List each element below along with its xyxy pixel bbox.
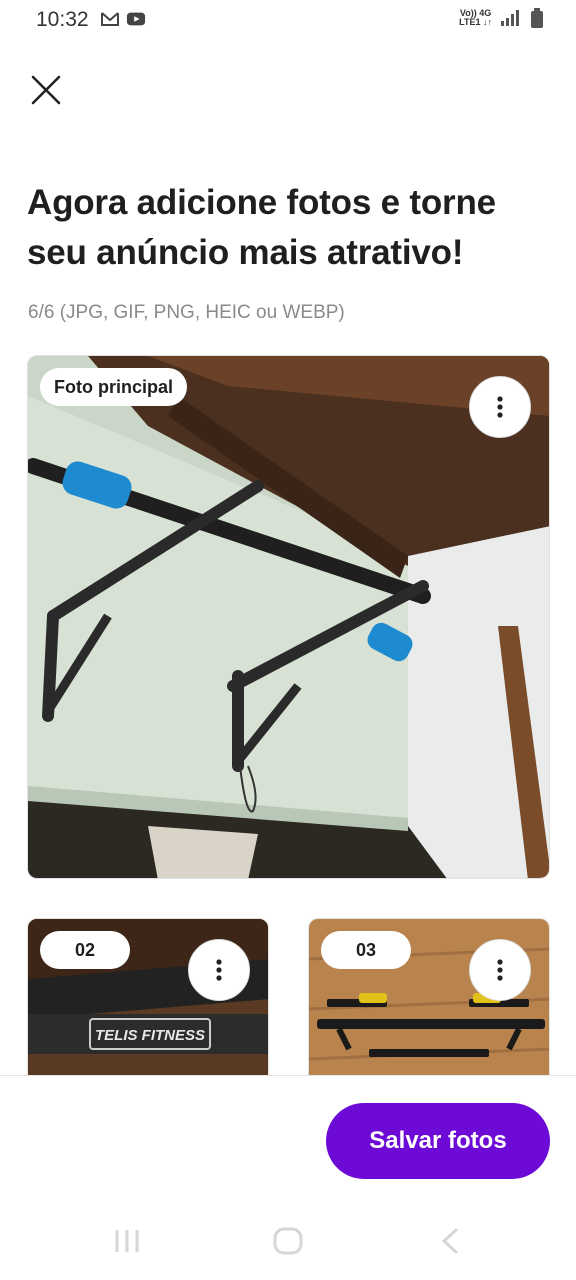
svg-text:TELIS FITNESS: TELIS FITNESS xyxy=(95,1027,205,1044)
photo-thumb-03[interactable]: 03 xyxy=(308,918,550,1078)
close-button[interactable] xyxy=(28,72,64,108)
gmail-icon xyxy=(101,12,119,26)
photo-count-subtitle: 6/6 (JPG, GIF, PNG, HEIC ou WEBP) xyxy=(28,302,345,323)
more-vertical-icon xyxy=(497,959,503,981)
main-photo-badge: Foto principal xyxy=(40,368,187,406)
battery-icon xyxy=(531,8,543,28)
save-photos-button[interactable]: Salvar fotos xyxy=(326,1103,550,1179)
photo-thumb-02[interactable]: TELIS FITNESS 02 xyxy=(27,918,269,1078)
main-photo-menu-button[interactable] xyxy=(469,376,531,438)
close-icon xyxy=(31,75,61,105)
more-vertical-icon xyxy=(216,959,222,981)
photo-thumb-03-badge: 03 xyxy=(321,931,411,969)
status-notification-icons xyxy=(100,10,146,28)
main-photo-image xyxy=(28,356,549,878)
recent-apps-icon[interactable] xyxy=(112,1227,142,1255)
main-photo-card[interactable]: Foto principal xyxy=(27,355,550,879)
signal-icon xyxy=(501,10,519,26)
more-vertical-icon xyxy=(497,396,503,418)
back-icon[interactable] xyxy=(438,1227,462,1255)
page-title: Agora adicione fotos e torne seu anúncio… xyxy=(27,183,496,272)
photo-thumb-02-badge: 02 xyxy=(40,931,130,969)
network-indicator: Vo)) 4G LTE1 ↓↑ xyxy=(459,8,492,27)
status-time: 10:32 xyxy=(36,8,89,31)
home-icon[interactable] xyxy=(272,1227,304,1255)
photo-thumb-03-menu-button[interactable] xyxy=(469,939,531,1001)
photo-thumb-02-menu-button[interactable] xyxy=(188,939,250,1001)
status-right: Vo)) 4G LTE1 ↓↑ xyxy=(459,8,544,28)
system-nav-bar xyxy=(0,1205,576,1280)
youtube-icon xyxy=(126,12,146,26)
status-bar: 10:32 Vo)) 4G LTE1 ↓↑ xyxy=(0,0,576,42)
